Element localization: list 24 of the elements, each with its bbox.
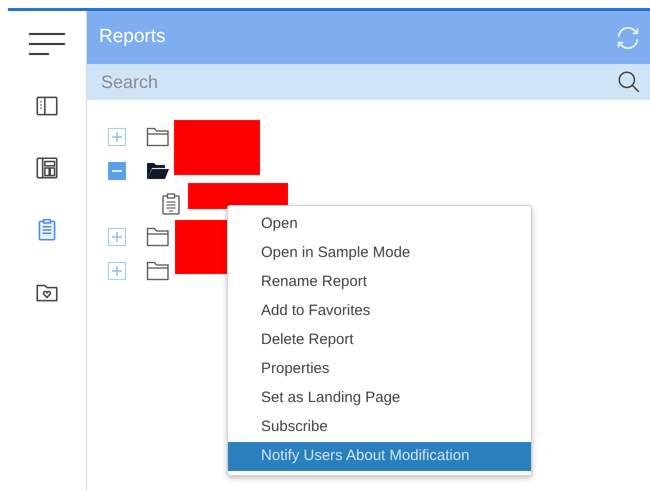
- search-field[interactable]: Search: [101, 68, 616, 96]
- folder-icon: [146, 261, 170, 281]
- menu-item[interactable]: Subscribe: [228, 413, 531, 442]
- dashboard-icon[interactable]: [34, 155, 60, 181]
- menu-item[interactable]: Add to Favorites: [228, 297, 531, 326]
- menu-item[interactable]: Set as Landing Page: [228, 384, 531, 413]
- folder-icon: [146, 127, 170, 147]
- folder-icon: [146, 227, 170, 247]
- open-folder-icon: [146, 161, 170, 181]
- collapse-icon[interactable]: [108, 162, 126, 180]
- panel-title: Reports: [99, 25, 166, 50]
- report-icon: [161, 193, 181, 215]
- menu-item[interactable]: Open in Sample Mode: [228, 239, 531, 268]
- search-bar[interactable]: Search: [87, 64, 650, 100]
- expand-icon[interactable]: [108, 228, 126, 246]
- menu-item[interactable]: Rename Report: [228, 268, 531, 297]
- redaction-block: [175, 220, 228, 274]
- menu-icon[interactable]: [29, 31, 65, 57]
- menu-item[interactable]: Delete Report: [228, 326, 531, 355]
- expand-icon[interactable]: [108, 128, 126, 146]
- menu-item[interactable]: Properties: [228, 355, 531, 384]
- expand-icon[interactable]: [108, 262, 126, 280]
- menu-item[interactable]: Open: [228, 210, 531, 239]
- search-icon[interactable]: [616, 69, 642, 95]
